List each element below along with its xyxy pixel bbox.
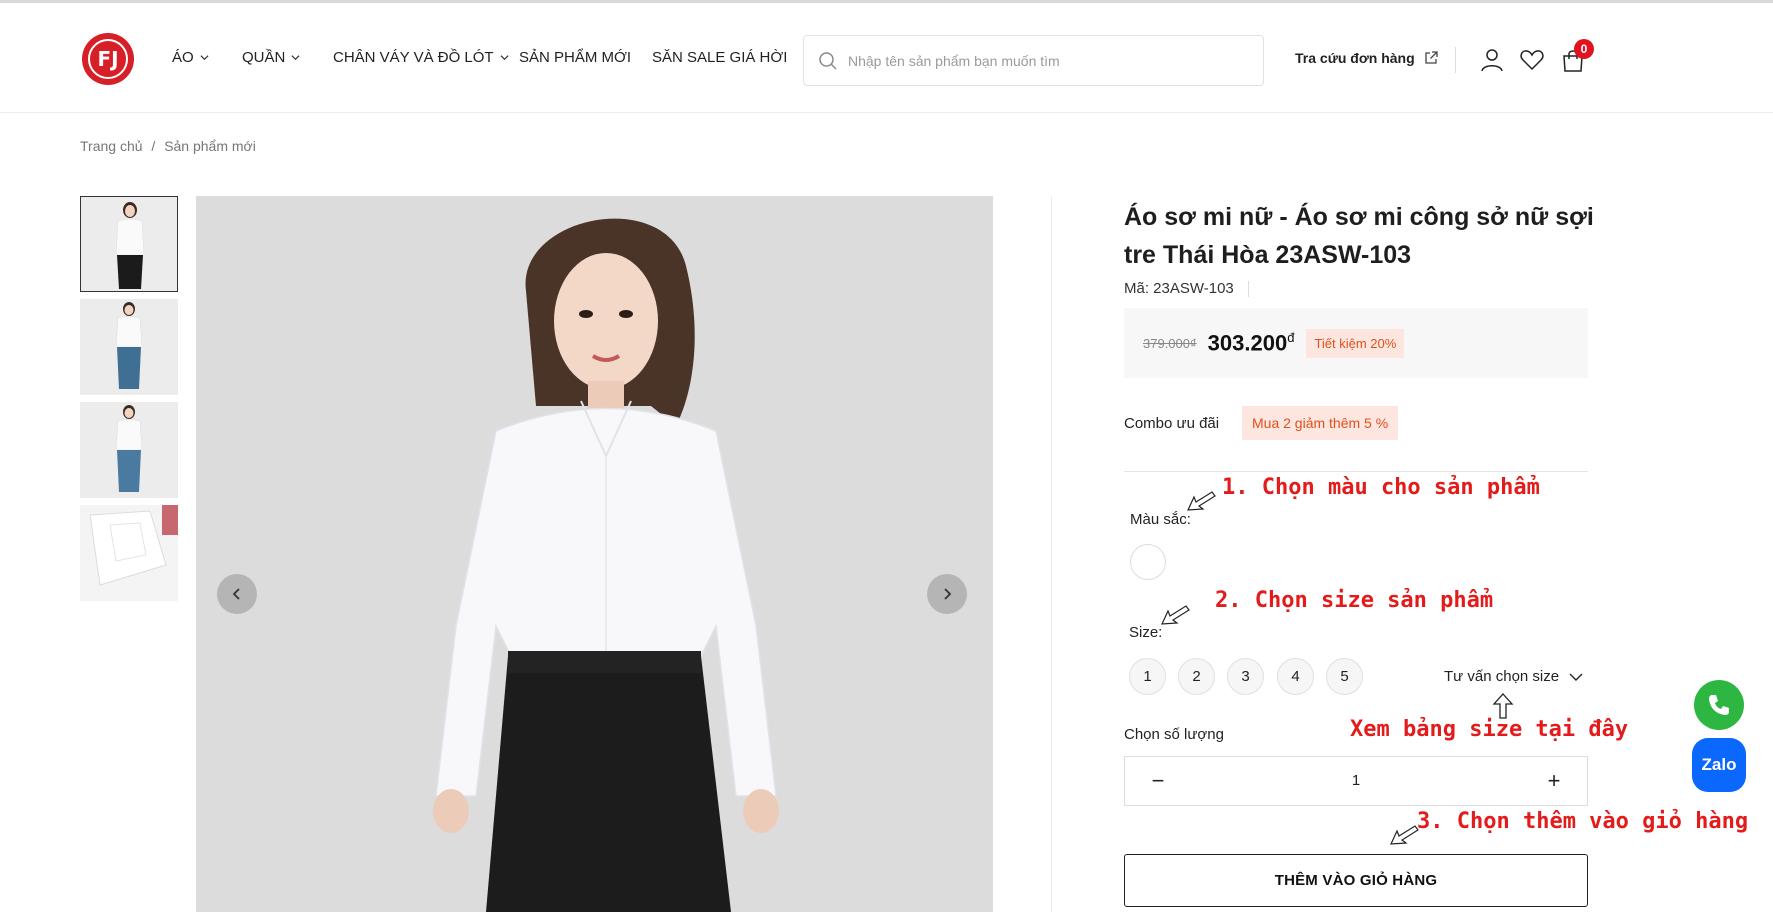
currency-symbol: đ [1287, 329, 1295, 345]
nav-label: CHÂN VÁY VÀ ĐỒ LÓT [333, 49, 494, 66]
breadcrumb-current: Sản phẩm mới [164, 138, 256, 154]
chevron-down-icon [200, 55, 209, 61]
annotation-step2: 2. Chọn size sản phẩm [1215, 588, 1494, 613]
size-option-2[interactable]: 2 [1178, 658, 1215, 695]
brand-logo[interactable]: FJ [82, 33, 134, 85]
breadcrumb-home[interactable]: Trang chủ [80, 138, 143, 154]
nav-item-san-pham-moi[interactable]: SẢN PHẨM MỚI [519, 49, 631, 66]
combo-offer-badge[interactable]: Mua 2 giảm thêm 5 % [1242, 406, 1399, 440]
nav-label: SĂN SALE GIÁ HỜI [652, 49, 788, 66]
product-sku: Mã: 23ASW-103 [1124, 280, 1249, 297]
zalo-contact-button[interactable]: Zalo [1692, 738, 1746, 792]
size-guide-label: Tư vấn chọn size [1444, 668, 1560, 685]
size-option-1[interactable]: 1 [1129, 658, 1166, 695]
nav-label: ÁO [172, 49, 194, 66]
phone-icon [1709, 695, 1729, 715]
next-image-button[interactable] [927, 574, 967, 614]
annotation-arrow-icon [1390, 825, 1419, 845]
cart-count-badge: 0 [1574, 39, 1594, 59]
model-figure-image [80, 402, 178, 498]
folded-shirt-image [80, 505, 178, 601]
chevron-down-icon [1569, 673, 1583, 681]
model-figure-image [81, 197, 177, 291]
nav-item-quan[interactable]: QUẦN [242, 49, 300, 66]
breadcrumb-separator: / [151, 138, 156, 154]
size-guide-toggle[interactable]: Tư vấn chọn size [1444, 668, 1583, 685]
chevron-down-icon [500, 55, 509, 61]
search-icon[interactable] [818, 51, 838, 71]
model-photo [196, 196, 993, 912]
annotation-step3: 3. Chọn thêm vào giỏ hàng [1417, 809, 1749, 834]
annotation-arrow-up-icon [1492, 693, 1514, 719]
annotation-arrow-icon [1161, 605, 1190, 625]
product-thumbnail[interactable] [80, 505, 178, 601]
color-label: Màu sắc: [1130, 511, 1191, 528]
chevron-right-icon [944, 588, 952, 600]
add-to-cart-button[interactable]: THÊM VÀO GIỎ HÀNG [1124, 854, 1588, 907]
phone-contact-button[interactable] [1694, 680, 1744, 730]
quantity-increase-button[interactable]: + [1529, 757, 1579, 805]
nav-label: QUẦN [242, 49, 286, 66]
header-divider [1455, 47, 1456, 73]
price-box: 379.000₫ 303.200đ Tiết kiệm 20% [1124, 308, 1588, 378]
model-figure-image [80, 299, 178, 395]
annotation-step1: 1. Chọn màu cho sản phẩm [1222, 475, 1540, 500]
column-divider [1051, 196, 1052, 912]
prev-image-button[interactable] [217, 574, 257, 614]
track-order-link[interactable]: Tra cứu đơn hàng [1295, 50, 1439, 66]
color-swatch-white[interactable] [1130, 544, 1166, 580]
site-header: FJ ÁO QUẦN CHÂN VÁY VÀ ĐỒ LÓT SẢN PHẨM M… [0, 3, 1773, 113]
annotation-size-chart: Xem bảng size tại đây [1350, 717, 1629, 742]
size-option-4[interactable]: 4 [1277, 658, 1314, 695]
size-label: Size: [1129, 624, 1163, 641]
size-option-5[interactable]: 5 [1326, 658, 1363, 695]
track-order-label: Tra cứu đơn hàng [1295, 50, 1415, 66]
old-price: 379.000₫ [1143, 335, 1197, 351]
nav-item-ao[interactable]: ÁO [172, 49, 209, 66]
search-box[interactable] [803, 35, 1264, 86]
nav-label: SẢN PHẨM MỚI [519, 49, 632, 66]
chevron-down-icon [291, 55, 300, 61]
main-product-image [196, 196, 993, 912]
logo-mark: FJ [88, 39, 128, 79]
product-thumbnail[interactable] [80, 402, 178, 498]
quantity-decrease-button[interactable]: − [1133, 757, 1183, 805]
quantity-value[interactable]: 1 [1352, 772, 1360, 789]
heart-icon[interactable] [1519, 47, 1545, 73]
product-thumbnail[interactable] [80, 299, 178, 395]
quantity-label: Chọn số lượng [1124, 726, 1224, 743]
chevron-left-icon [232, 588, 240, 600]
nav-item-chan-vay[interactable]: CHÂN VÁY VÀ ĐỒ LÓT [333, 49, 509, 66]
sku-divider [1247, 280, 1249, 297]
discount-badge: Tiết kiệm 20% [1306, 328, 1405, 358]
external-link-icon [1425, 51, 1438, 64]
breadcrumb: Trang chủ / Sản phẩm mới [80, 138, 256, 154]
nav-item-san-sale[interactable]: SĂN SALE GIÁ HỜI [652, 49, 787, 66]
user-icon[interactable] [1479, 47, 1505, 73]
section-divider [1124, 471, 1588, 472]
price-value: 303.200 [1207, 330, 1288, 356]
combo-label: Combo ưu đãi [1124, 415, 1220, 432]
product-thumbnail[interactable] [80, 196, 178, 292]
product-title: Áo sơ mi nữ - Áo sơ mi công sở nữ sợi tr… [1124, 203, 1594, 269]
quantity-stepper: − 1 + [1124, 756, 1588, 806]
current-price: 303.200đ [1208, 330, 1295, 356]
size-option-3[interactable]: 3 [1227, 658, 1264, 695]
sku-text: Mã: 23ASW-103 [1124, 280, 1234, 297]
search-input[interactable] [848, 52, 1248, 69]
